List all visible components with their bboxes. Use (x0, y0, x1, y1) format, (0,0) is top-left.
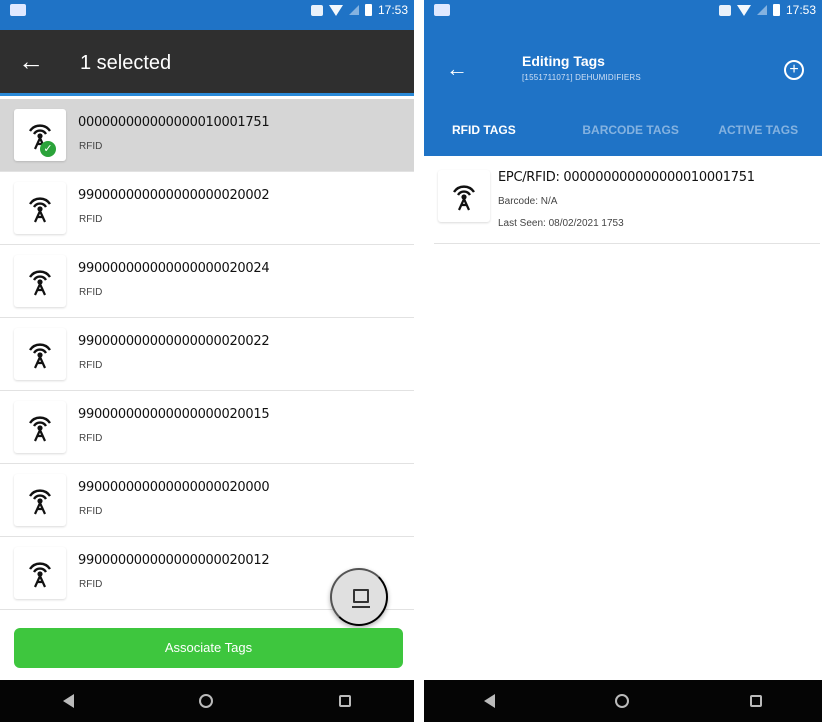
battery-icon (364, 4, 372, 16)
rfid-antenna-icon (14, 474, 66, 526)
tag-list-item[interactable]: 990000000000000000020022 RFID (0, 318, 414, 391)
tag-id: 990000000000000000020002 (78, 188, 270, 203)
tag-type: RFID (79, 287, 103, 298)
tag-id: 990000000000000000020000 (78, 480, 270, 495)
status-time: 17:53 (785, 3, 816, 17)
status-bar: 17:53 (424, 0, 822, 30)
signal-icon (348, 5, 359, 15)
tag-detail-row[interactable]: EPC/RFID: 000000000000000010001751 Barco… (434, 164, 820, 244)
tag-list-item[interactable]: 990000000000000000020024 RFID (0, 245, 414, 318)
wifi-icon (328, 4, 343, 16)
back-arrow-icon[interactable]: ← (446, 58, 468, 80)
associate-tags-button[interactable]: Associate Tags (14, 628, 403, 668)
back-arrow-icon[interactable]: ← (18, 48, 44, 74)
tag-type: RFID (79, 506, 103, 517)
tag-type: RFID (79, 141, 103, 152)
tag-id: 990000000000000000020012 (78, 553, 270, 568)
notification-icon (434, 4, 450, 16)
wifi-icon (736, 4, 751, 16)
right-phone-screen: 17:53 ← Editing Tags [1551711071] DEHUMI… (424, 0, 822, 722)
tab-bar: RFID TAGS BARCODE TAGS ACTIVE TAGS (424, 116, 822, 156)
cast-icon (718, 4, 731, 16)
android-nav-bar (424, 680, 822, 722)
signal-icon (756, 5, 767, 15)
tag-type: RFID (79, 579, 103, 590)
notification-icon (10, 4, 26, 16)
tag-list-item[interactable]: 990000000000000000020000 RFID (0, 464, 414, 537)
barcode-value: Barcode: N/A (498, 196, 558, 207)
last-seen-value: Last Seen: 08/02/2021 1753 (498, 218, 624, 229)
battery-icon (772, 4, 780, 16)
check-circle-icon: ✓ (40, 141, 56, 157)
selection-count-title: 1 selected (80, 52, 172, 74)
epc-rfid-value: EPC/RFID: 000000000000000010001751 (498, 170, 755, 185)
tag-id: 990000000000000000020024 (78, 261, 270, 276)
rfid-antenna-icon (14, 109, 66, 161)
editing-tags-header: 17:53 ← Editing Tags [1551711071] DEHUMI… (424, 0, 822, 156)
tag-type: RFID (79, 360, 103, 371)
android-nav-bar (0, 680, 414, 722)
rfid-antenna-icon (14, 255, 66, 307)
page-title: Editing Tags (522, 53, 605, 69)
left-phone-screen: 17:53 ← 1 selected ✓ 00000000000000001000… (0, 0, 414, 722)
tag-list: ✓ 000000000000000010001751 RFID 99000000000… (0, 99, 414, 610)
status-icons: 17:53 (718, 2, 816, 18)
tag-id: 990000000000000000020015 (78, 407, 270, 422)
rfid-antenna-icon (438, 170, 490, 222)
floating-action-button[interactable] (330, 568, 388, 626)
desktop-icon (353, 589, 369, 603)
tag-id: 990000000000000000020022 (78, 334, 270, 349)
nav-home-icon[interactable] (199, 694, 214, 708)
add-circle-icon[interactable]: + (784, 60, 804, 80)
nav-back-icon[interactable] (484, 694, 496, 708)
rfid-antenna-icon (14, 401, 66, 453)
nav-recents-icon[interactable] (339, 695, 352, 707)
page-subtitle: [1551711071] DEHUMIDIFIERS (522, 73, 641, 82)
tag-type: RFID (79, 214, 103, 225)
nav-recents-icon[interactable] (749, 695, 762, 707)
status-bar: 17:53 (0, 0, 414, 30)
tab-active-tags[interactable]: ACTIVE TAGS (694, 116, 822, 156)
nav-home-icon[interactable] (615, 694, 630, 708)
tag-id: 000000000000000010001751 (78, 115, 270, 130)
tag-type: RFID (79, 433, 103, 444)
tab-rfid-tags[interactable]: RFID TAGS (424, 116, 567, 156)
tag-list-item[interactable]: ✓ 000000000000000010001751 RFID (0, 99, 414, 172)
rfid-antenna-icon (14, 547, 66, 599)
nav-back-icon[interactable] (62, 694, 74, 708)
tag-list-item[interactable]: 990000000000000000020015 RFID (0, 391, 414, 464)
rfid-antenna-icon (14, 328, 66, 380)
status-time: 17:53 (377, 3, 408, 17)
status-icons: 17:53 (310, 2, 408, 18)
selection-app-bar: ← 1 selected (0, 30, 414, 96)
tag-list-item[interactable]: 990000000000000000020002 RFID (0, 172, 414, 245)
cast-icon (310, 4, 323, 16)
tab-barcode-tags[interactable]: BARCODE TAGS (567, 116, 695, 156)
desktop-icon-base (352, 606, 370, 608)
rfid-antenna-icon (14, 182, 66, 234)
